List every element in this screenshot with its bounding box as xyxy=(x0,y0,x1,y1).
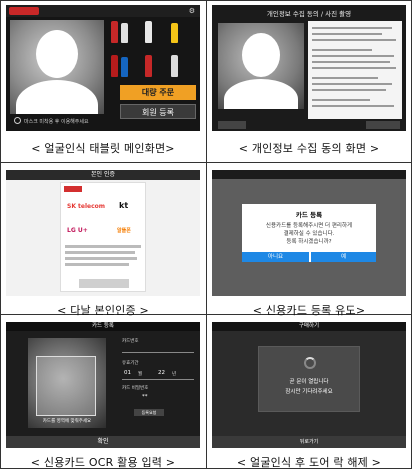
agreement-checkbox[interactable] xyxy=(65,245,141,248)
top-bar: ⚙ xyxy=(6,5,200,17)
register-request-button[interactable]: 등록요청 xyxy=(134,409,164,416)
carrier-option-mvno[interactable]: 알뜰폰 xyxy=(117,227,131,234)
header: 구매하기 xyxy=(212,322,406,331)
year-unit: 년 xyxy=(172,372,177,377)
camera-preview: 카드를 영역에 맞춰주세요 xyxy=(28,338,106,428)
text-line xyxy=(312,77,378,79)
caption-verification: < 다날 본인인증 > xyxy=(57,304,149,317)
camera-preview xyxy=(218,23,304,109)
expiry-year[interactable]: 22 xyxy=(158,370,165,376)
product-item[interactable] xyxy=(121,57,128,77)
expiry-label: 유효기간 xyxy=(122,361,139,366)
scan-message: 카드를 영역에 맞춰주세요 xyxy=(42,419,92,424)
caption-consent: < 개인정보 수집 동의 화면 > xyxy=(238,142,380,155)
card-number-field[interactable] xyxy=(122,352,194,353)
carrier-selection-card: SK telecom kt LG U+ 알뜰폰 xyxy=(60,182,146,292)
carrier-option-skt[interactable]: SK telecom xyxy=(67,203,105,210)
text-line xyxy=(312,61,390,63)
consent-screen: 개인정보 수집 동의 / 사진 촬영 xyxy=(212,5,406,131)
password-field[interactable]: ** xyxy=(142,394,148,400)
consent-button[interactable] xyxy=(218,121,246,129)
face-silhouette-body xyxy=(16,80,98,114)
text-line xyxy=(312,55,394,57)
product-item[interactable] xyxy=(111,55,118,77)
face-silhouette-head xyxy=(36,30,78,78)
brand-logo xyxy=(9,7,39,15)
text-line xyxy=(312,99,370,101)
face-silhouette-body xyxy=(224,79,298,109)
text-line xyxy=(312,105,394,107)
wait-message: 잠시만 기다려주세요 xyxy=(285,389,333,395)
back-button[interactable]: 뒤로가기 xyxy=(212,436,406,448)
member-register-button[interactable]: 회원 등록 xyxy=(120,104,196,119)
expiry-field[interactable] xyxy=(122,379,194,380)
info-icon xyxy=(14,117,21,124)
pass-logo xyxy=(64,186,82,192)
caption-ocr: < 신용카드 OCR 활용 입력 > xyxy=(30,456,176,469)
password-label: 카드 비밀번호 xyxy=(122,386,149,391)
agreement-checkbox[interactable] xyxy=(65,251,135,254)
dialog-title: 카드 등록 xyxy=(295,211,323,219)
month-unit: 월 xyxy=(138,372,143,377)
header: 본인 인증 xyxy=(6,170,200,180)
header: 카드 등록 xyxy=(6,322,200,331)
no-button[interactable]: 아니요 xyxy=(242,252,309,262)
product-item[interactable] xyxy=(111,21,118,43)
agreement-checkbox[interactable] xyxy=(65,257,137,260)
product-item[interactable] xyxy=(171,55,178,77)
text-line xyxy=(312,27,392,29)
product-item[interactable] xyxy=(171,23,178,43)
confirm-button[interactable]: 확인 xyxy=(6,436,200,448)
door-open-dialog: 곧 문이 열립니다 잠시만 기다려주세요 xyxy=(258,346,360,412)
loading-spinner-icon xyxy=(304,357,316,369)
text-line xyxy=(312,89,386,91)
text-line xyxy=(312,83,392,85)
camera-preview xyxy=(10,20,104,114)
product-item[interactable] xyxy=(145,21,152,43)
tablet-main-screen: ⚙ 대량 주문 회원 등록 마스크 미착용 후 이용해주세요 xyxy=(6,5,200,131)
scan-frame xyxy=(36,356,96,416)
caption-main-screen: < 얼굴인식 태블릿 메인화면> xyxy=(31,142,175,155)
bulk-order-button[interactable]: 대량 주문 xyxy=(120,85,196,100)
dialog-message: 신용카드를 등록해주시면 더 편리하게 xyxy=(265,223,353,229)
text-line xyxy=(312,67,396,69)
carrier-option-kt[interactable]: kt xyxy=(119,201,128,210)
expiry-month[interactable]: 01 xyxy=(124,370,131,376)
card-ocr-screen: 카드 등록 카드를 영역에 맞춰주세요 카드번호 유효기간 01 월 22 년 … xyxy=(6,322,200,448)
mask-hint: 마스크 미착용 후 이용해주세요 xyxy=(24,119,89,125)
grid-divider xyxy=(206,0,207,469)
next-button[interactable] xyxy=(366,121,400,129)
door-unlock-screen: 구매하기 곧 문이 열립니다 잠시만 기다려주세요 뒤로가기 xyxy=(212,322,406,448)
text-line xyxy=(312,33,382,35)
carrier-option-lgu[interactable]: LG U+ xyxy=(67,227,88,234)
terms-text-box[interactable] xyxy=(308,21,402,119)
product-display xyxy=(109,19,197,81)
gear-icon[interactable]: ⚙ xyxy=(189,7,195,15)
dialog-message: 결제하실 수 있습니다. xyxy=(283,231,335,237)
card-register-prompt-screen: 카드 등록 신용카드를 등록해주시면 더 편리하게 결제하실 수 있습니다. 등… xyxy=(212,170,406,296)
text-line xyxy=(312,49,372,51)
product-item[interactable] xyxy=(145,55,152,77)
caption-door-unlock: < 얼굴인식 후 도어 락 해제 > xyxy=(236,456,382,469)
consent-title: 개인정보 수집 동의 / 사진 촬영 xyxy=(266,10,352,18)
header xyxy=(212,170,406,179)
dialog-message: 등록 하시겠습니까? xyxy=(286,239,332,245)
face-silhouette-head xyxy=(242,33,280,77)
register-card-dialog: 카드 등록 신용카드를 등록해주시면 더 편리하게 결제하실 수 있습니다. 등… xyxy=(242,204,376,262)
agreement-checkbox[interactable] xyxy=(65,263,129,266)
card-number-label: 카드번호 xyxy=(122,339,139,344)
verify-button[interactable] xyxy=(79,279,129,288)
caption-card-prompt: < 신용카드 등록 유도> xyxy=(252,304,366,317)
yes-button[interactable]: 예 xyxy=(310,252,376,262)
product-item[interactable] xyxy=(121,23,128,43)
identity-verification-screen: 본인 인증 SK telecom kt LG U+ 알뜰폰 xyxy=(6,170,200,296)
door-message: 곧 문이 열립니다 xyxy=(289,379,329,385)
text-line xyxy=(312,39,396,41)
grid-divider xyxy=(0,162,412,163)
